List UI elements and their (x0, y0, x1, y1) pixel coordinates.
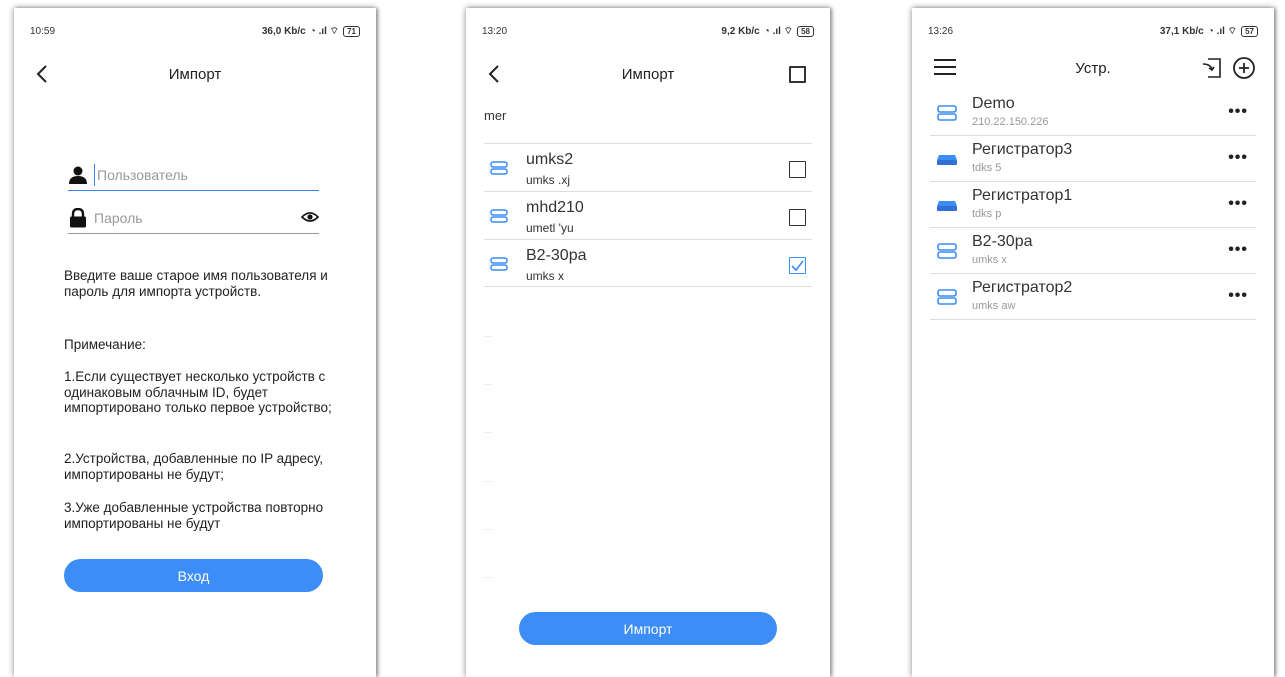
divider (484, 384, 492, 385)
device-address: umks aw (972, 300, 1016, 312)
password-field[interactable] (68, 204, 319, 234)
device-name: mhd210 (526, 199, 584, 216)
network-speed: 9,2 Kb/c (721, 25, 760, 37)
phone-screen-import-select: 13:20 9,2 Kb/c ◔ .ıl ⌔ 58 Импорт mer umk… (466, 8, 830, 677)
divider (484, 432, 492, 433)
device-name: B2-30pa (972, 233, 1033, 250)
device-address: tdks 5 (972, 162, 1002, 174)
divider (484, 481, 492, 482)
status-bar: 13:20 9,2 Kb/c ◔ .ıl ⌔ 58 (482, 24, 814, 38)
device-row[interactable]: B2-30pa umks x (484, 239, 812, 287)
battery-icon: 57 (1241, 25, 1258, 37)
server-icon (937, 289, 957, 305)
device-row[interactable]: umks2 umks .xj (484, 143, 812, 191)
import-instructions: Введите ваше старое имя пользователя и п… (64, 268, 328, 299)
device-name: Demo (972, 95, 1015, 112)
import-icon[interactable] (1200, 56, 1224, 80)
login-button[interactable]: Вход (64, 559, 323, 592)
page-title: Импорт (621, 66, 675, 83)
device-name: Регистратор1 (972, 187, 1073, 204)
device-row[interactable]: Регистратор3 tdks 5 ••• (930, 136, 1256, 182)
device-account: umetl 'yu (526, 221, 574, 235)
top-bar: Устр. (912, 48, 1274, 88)
note-heading: Примечание: (64, 337, 146, 352)
status-time: 10:59 (30, 25, 56, 37)
device-checkbox[interactable] (789, 161, 806, 178)
recorder-icon (937, 201, 957, 211)
network-speed: 37,1 Kb/c (1159, 25, 1204, 37)
device-row[interactable]: Регистратор1 tdks p ••• (930, 182, 1256, 228)
signal-icon: ◔ .ıl ⌔ (1207, 25, 1238, 37)
more-options-icon[interactable]: ••• (1228, 149, 1248, 167)
battery-icon: 58 (797, 25, 814, 37)
signal-icon: ◔ .ıl ⌔ (309, 25, 340, 37)
checkmark-icon (791, 260, 804, 272)
note-item-2: 2.Устройства, добавленные по IP адресу, … (64, 451, 323, 482)
server-icon (490, 209, 508, 223)
device-row[interactable]: mhd210 umetl 'yu (484, 191, 812, 239)
more-options-icon[interactable]: ••• (1228, 241, 1248, 259)
device-name: umks2 (526, 151, 574, 168)
device-checkbox[interactable] (789, 209, 806, 226)
server-icon (490, 257, 508, 271)
note-item-3: 3.Уже добавленные устройства повторно им… (64, 500, 324, 531)
divider (484, 336, 492, 337)
device-account: umks x (526, 269, 565, 283)
device-row[interactable]: B2-30pa umks x ••• (930, 228, 1256, 274)
status-bar: 13:26 37,1 Kb/c ◔ .ıl ⌔ 57 (928, 24, 1258, 38)
user-icon (69, 166, 87, 184)
server-icon (490, 161, 508, 175)
page-title: Импорт (168, 66, 222, 83)
username-input[interactable] (94, 164, 284, 186)
device-row[interactable]: Регистратор2 umks aw ••• (930, 274, 1256, 320)
device-address: umks x (972, 254, 1007, 266)
divider (484, 577, 492, 578)
add-device-icon[interactable] (1232, 56, 1256, 80)
device-address: 210.22.150.226 (972, 116, 1049, 128)
signal-icon: ◔ .ıl ⌔ (763, 25, 794, 37)
status-time: 13:26 (928, 25, 954, 37)
phone-screen-devices: 13:26 37,1 Kb/c ◔ .ıl ⌔ 57 Устр. Demo 21… (912, 8, 1274, 677)
more-options-icon[interactable]: ••• (1228, 287, 1248, 305)
more-options-icon[interactable]: ••• (1228, 103, 1248, 121)
more-options-icon[interactable]: ••• (1228, 195, 1248, 213)
device-name: B2-30pa (526, 247, 587, 264)
device-checkbox-checked[interactable] (789, 257, 806, 274)
eye-icon[interactable] (301, 210, 319, 224)
device-row[interactable]: Demo 210.22.150.226 ••• (930, 90, 1256, 136)
note-item-1: 1.Если существует несколько устройств с … (64, 369, 332, 415)
lock-icon (70, 208, 86, 228)
status-time: 13:20 (482, 25, 508, 37)
recorder-icon (937, 155, 957, 165)
top-bar: Импорт (466, 54, 830, 94)
status-bar: 10:59 36,0 Kb/c ◔ .ıl ⌔ 71 (30, 24, 360, 38)
top-bar: Импорт (14, 54, 376, 94)
phone-screen-login: 10:59 36,0 Kb/c ◔ .ıl ⌔ 71 Импорт Введит… (14, 8, 376, 677)
network-speed: 36,0 Kb/c (261, 25, 306, 37)
battery-icon: 71 (343, 25, 360, 37)
divider (484, 529, 492, 530)
device-name: Регистратор2 (972, 279, 1073, 296)
device-account: umks .xj (526, 173, 571, 187)
username-field[interactable] (68, 161, 319, 191)
import-button[interactable]: Импорт (519, 612, 777, 645)
device-name: Регистратор3 (972, 141, 1073, 158)
password-input[interactable] (94, 207, 284, 229)
account-label: mer (484, 108, 507, 123)
server-icon (937, 105, 957, 121)
device-address: tdks p (972, 208, 1002, 220)
select-all-checkbox[interactable] (789, 66, 806, 83)
server-icon (937, 243, 957, 259)
